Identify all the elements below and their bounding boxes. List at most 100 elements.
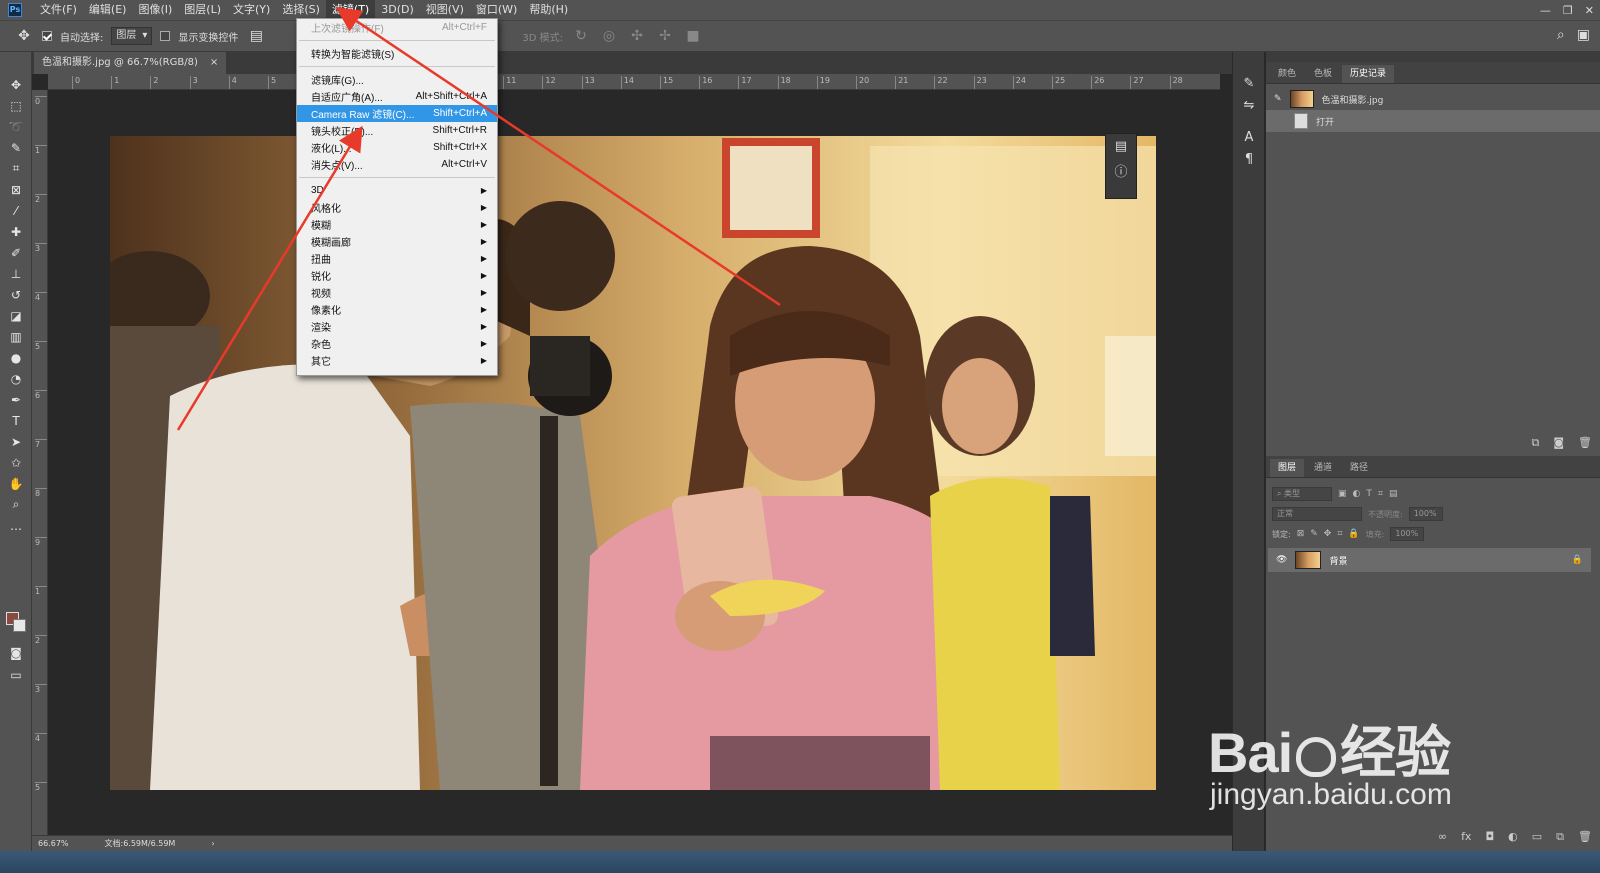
dodge-tool-icon[interactable]: ◔	[0, 368, 32, 389]
3d-scale-icon[interactable]: ■	[683, 26, 703, 46]
eye-icon[interactable]: 👁	[1276, 555, 1287, 565]
filter-menu-item[interactable]: 模糊画廊 ▶	[297, 233, 497, 250]
character-icon[interactable]: A	[1233, 126, 1265, 148]
menu-window[interactable]: 窗口(W)	[470, 0, 523, 20]
link-layers-icon[interactable]: ∞	[1438, 830, 1447, 844]
filter-menu-item[interactable]: 自适应广角(A)... Alt+Shift+Ctrl+A	[297, 88, 497, 105]
delete-layer-icon[interactable]: 🗑	[1578, 830, 1592, 844]
adjustment-layer-icon[interactable]: ◐	[1508, 830, 1518, 844]
auto-select-checkbox[interactable]	[42, 31, 52, 41]
3d-drag-icon[interactable]: ✣	[627, 26, 647, 46]
tab-swatches[interactable]: 色板	[1306, 65, 1340, 83]
menu-help[interactable]: 帮助(H)	[523, 0, 574, 20]
frame-tool-icon[interactable]: ⊠	[0, 179, 32, 200]
canvas-area[interactable]	[48, 90, 1220, 835]
move-tool-icon[interactable]: ✥	[0, 74, 32, 95]
new-layer-icon[interactable]: ⧉	[1556, 830, 1564, 844]
brush-tool-icon[interactable]: ✐	[0, 242, 32, 263]
filter-menu-item[interactable]: 其它 ▶	[297, 352, 497, 369]
lock-artboard-icon[interactable]: ⌗	[1337, 529, 1342, 539]
3d-rotate-icon[interactable]: ↻	[571, 26, 591, 46]
eyedropper-tool-icon[interactable]: ⁄	[0, 200, 32, 221]
smart-object-filter-icon[interactable]: ▤	[1389, 489, 1398, 499]
close-icon[interactable]: ✕	[1585, 4, 1594, 17]
filter-menu-item[interactable]: 液化(L)... Shift+Ctrl+X	[297, 139, 497, 156]
new-group-icon[interactable]: ▭	[1532, 830, 1542, 844]
marquee-tool-icon[interactable]: ⬚	[0, 95, 32, 116]
tab-history[interactable]: 历史记录	[1342, 65, 1395, 83]
hand-tool-icon[interactable]: ✋	[0, 473, 32, 494]
lock-position-icon[interactable]: ✥	[1324, 529, 1332, 539]
pixel-filter-icon[interactable]: ▣	[1338, 489, 1347, 499]
filter-menu-item[interactable]: 消失点(V)... Alt+Ctrl+V	[297, 156, 497, 173]
chevron-right-icon[interactable]: ›	[211, 839, 214, 848]
3d-slide-icon[interactable]: ✢	[655, 26, 675, 46]
menu-image[interactable]: 图像(I)	[132, 0, 178, 20]
zoom-tool-icon[interactable]: ⌕	[0, 494, 32, 515]
tab-color[interactable]: 颜色	[1270, 65, 1304, 83]
quick-mask-icon[interactable]: ◙	[0, 642, 32, 663]
filter-menu-item[interactable]: 扭曲 ▶	[297, 250, 497, 267]
filter-menu-item[interactable]: 杂色 ▶	[297, 335, 497, 352]
type-filter-icon[interactable]: T	[1366, 489, 1372, 499]
filter-menu-item[interactable]: 滤镜库(G)...	[297, 71, 497, 88]
more-tools-icon[interactable]: …	[0, 515, 32, 536]
layer-background[interactable]: 👁 背景 🔒	[1268, 548, 1591, 572]
search-icon[interactable]: ⌕	[1557, 27, 1565, 43]
fx-icon[interactable]: fx	[1461, 830, 1471, 844]
document-tab[interactable]: 色温和摄影.jpg @ 66.7%(RGB/8) ×	[34, 52, 227, 74]
lasso-tool-icon[interactable]: ➰	[0, 116, 32, 137]
blend-mode-select[interactable]: 正常	[1272, 507, 1362, 521]
layer-kind-filter[interactable]: ⌕ 类型	[1272, 487, 1332, 501]
menu-layer[interactable]: 图层(L)	[178, 0, 227, 20]
filter-menu-item[interactable]: Camera Raw 滤镜(C)... Shift+Ctrl+A	[297, 105, 497, 122]
lock-pixels-icon[interactable]: ✎	[1310, 529, 1318, 539]
shape-filter-icon[interactable]: ⌗	[1378, 489, 1383, 499]
eraser-tool-icon[interactable]: ◪	[0, 305, 32, 326]
info-icon[interactable]: ⓘ	[1106, 158, 1136, 182]
move-tool-icon[interactable]: ✥	[14, 26, 34, 46]
show-transform-checkbox[interactable]	[160, 31, 171, 41]
filter-menu-item[interactable]: 视频 ▶	[297, 284, 497, 301]
minimize-icon[interactable]: —	[1540, 4, 1551, 17]
close-tab-icon[interactable]: ×	[210, 52, 218, 74]
workspace-icon[interactable]: ▣	[1577, 27, 1590, 43]
restore-icon[interactable]: ❐	[1563, 4, 1573, 17]
background-color-swatch[interactable]	[13, 619, 26, 632]
gradient-tool-icon[interactable]: ▥	[0, 326, 32, 347]
clone-stamp-icon[interactable]: ⊥	[0, 263, 32, 284]
menu-3d[interactable]: 3D(D)	[375, 0, 420, 20]
adjustment-filter-icon[interactable]: ◐	[1353, 489, 1361, 499]
adjustments-icon[interactable]: ⇋	[1233, 94, 1265, 116]
add-mask-icon[interactable]: ◘	[1485, 830, 1494, 844]
auto-select-dropdown[interactable]: 图层 ▾	[111, 27, 153, 45]
tab-layers[interactable]: 图层	[1270, 459, 1305, 477]
blur-tool-icon[interactable]: ●	[0, 347, 32, 368]
menu-select[interactable]: 选择(S)	[276, 0, 326, 20]
3d-roll-icon[interactable]: ◎	[599, 26, 619, 46]
history-snapshot[interactable]: ✎ 色温和摄影.jpg	[1266, 88, 1600, 110]
filter-menu-item[interactable]: 转换为智能滤镜(S)	[297, 45, 497, 62]
path-select-icon[interactable]: ➤	[0, 431, 32, 452]
menu-filter[interactable]: 滤镜(T)	[325, 0, 376, 20]
tab-channels[interactable]: 通道	[1306, 459, 1340, 477]
tab-paths[interactable]: 路径	[1342, 459, 1376, 477]
filter-menu-item[interactable]: 模糊 ▶	[297, 216, 497, 233]
new-document-from-state-icon[interactable]: ⧉	[1531, 436, 1539, 450]
healing-brush-icon[interactable]: ✚	[0, 221, 32, 242]
fill-field[interactable]: 100%	[1390, 527, 1425, 541]
pen-tool-icon[interactable]: ✒	[0, 389, 32, 410]
shape-tool-icon[interactable]: ✩	[0, 452, 32, 473]
zoom-level[interactable]: 66.67%	[38, 839, 69, 848]
menu-edit[interactable]: 编辑(E)	[83, 0, 133, 20]
crop-tool-icon[interactable]: ⌗	[0, 158, 32, 179]
lock-transparent-icon[interactable]: ⊠	[1297, 529, 1305, 539]
menu-type[interactable]: 文字(Y)	[227, 0, 276, 20]
quick-select-tool-icon[interactable]: ✎	[0, 137, 32, 158]
filter-menu-item[interactable]: 镜头校正(R)... Shift+Ctrl+R	[297, 122, 497, 139]
lock-all-icon[interactable]: 🔒	[1348, 529, 1359, 539]
camera-icon[interactable]: ◙	[1553, 436, 1564, 450]
screen-mode-icon[interactable]: ▭	[0, 664, 32, 685]
align-icon[interactable]: ▤	[246, 26, 266, 46]
filter-menu-item[interactable]: 3D ▶	[297, 182, 497, 199]
